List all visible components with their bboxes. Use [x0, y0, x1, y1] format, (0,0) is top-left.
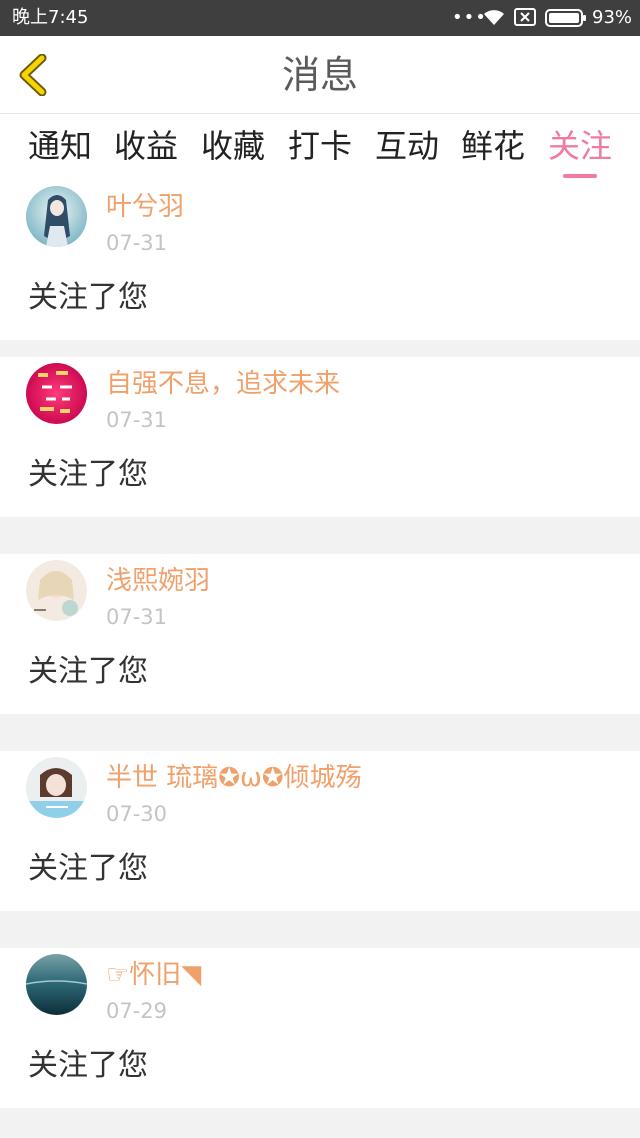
wifi-icon — [484, 10, 504, 25]
timestamp: 07-31 — [106, 231, 168, 255]
battery-percent: 93% — [592, 7, 633, 28]
list-item[interactable]: 浅熙婉羽 07-31 关注了您 — [0, 554, 640, 714]
sim-x-icon — [514, 8, 536, 26]
battery-icon — [545, 9, 586, 27]
avatar[interactable] — [26, 757, 87, 818]
user-name[interactable]: ☞怀旧◥ — [106, 958, 201, 992]
avatar[interactable] — [26, 560, 87, 621]
user-name[interactable]: 半世 琉璃✪ω✪倾城殇 — [106, 761, 362, 795]
list-item[interactable]: ☞怀旧◥ 07-29 关注了您 — [0, 948, 640, 1108]
avatar[interactable] — [26, 954, 87, 1015]
list-item[interactable]: 叶兮羽 07-31 关注了您 — [0, 180, 640, 340]
avatar[interactable] — [26, 186, 87, 247]
user-name[interactable]: 浅熙婉羽 — [106, 564, 210, 598]
user-name[interactable]: 叶兮羽 — [106, 190, 184, 224]
timestamp: 07-31 — [106, 408, 168, 432]
tab-interaction[interactable]: 互动 — [367, 124, 447, 168]
timestamp: 07-30 — [106, 802, 168, 826]
timestamp: 07-29 — [106, 999, 168, 1023]
timestamp: 07-31 — [106, 605, 168, 629]
message-text: 关注了您 — [28, 280, 148, 315]
message-text: 关注了您 — [28, 1048, 148, 1083]
tab-following[interactable]: 关注 — [540, 124, 620, 168]
tab-earnings[interactable]: 收益 — [106, 124, 186, 168]
user-name[interactable]: 自强不息，追求未来 — [106, 367, 340, 401]
tab-notice[interactable]: 通知 — [20, 124, 100, 168]
status-time: 晚上7:45 — [12, 7, 89, 28]
active-tab-indicator — [563, 174, 597, 178]
tab-flowers[interactable]: 鲜花 — [453, 124, 533, 168]
list-item[interactable]: 半世 琉璃✪ω✪倾城殇 07-30 关注了您 — [0, 751, 640, 911]
tab-bar: 通知 收益 收藏 打卡 互动 鲜花 关注 — [0, 114, 640, 180]
header: 消息 — [0, 36, 640, 114]
status-bar: 晚上7:45 ••• 93% — [0, 0, 640, 36]
message-text: 关注了您 — [28, 654, 148, 689]
message-text: 关注了您 — [28, 851, 148, 886]
list-item[interactable]: 自强不息，追求未来 07-31 关注了您 — [0, 357, 640, 517]
tab-checkin[interactable]: 打卡 — [280, 124, 360, 168]
avatar[interactable] — [26, 363, 87, 424]
page-title: 消息 — [281, 53, 358, 97]
tab-favorites[interactable]: 收藏 — [193, 124, 273, 168]
message-text: 关注了您 — [28, 457, 148, 492]
